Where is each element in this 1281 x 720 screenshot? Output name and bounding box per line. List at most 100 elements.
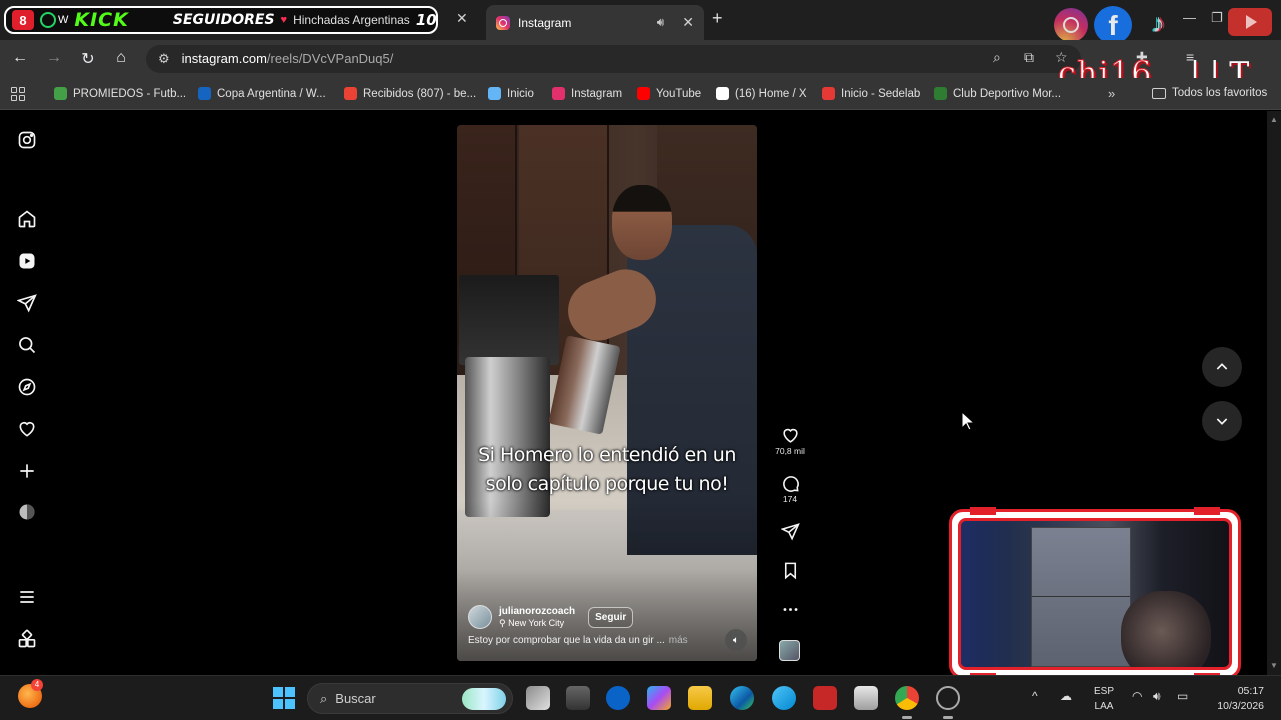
input-language[interactable]: ESP LAA [1094, 684, 1114, 714]
bookmark-gmail[interactable]: Recibidos (807) - be... [344, 87, 476, 100]
onedrive-cloud-icon[interactable]: ☁ [1060, 689, 1072, 703]
forward-arrow-icon[interactable]: → [44, 49, 64, 67]
site-info-icon[interactable]: ⚙ [158, 51, 170, 67]
system-clock[interactable]: 05:17 10/3/2026 [1208, 684, 1264, 714]
audio-thumbnail[interactable] [779, 640, 800, 661]
more-options-button[interactable] [775, 600, 805, 619]
bookmark-x[interactable]: (16) Home / X [716, 87, 807, 100]
windows-taskbar: 4 ⌕ Buscar ^ ☁ ESP LAA ◠ 🔊︎ ▭ 05:17 10/3… [0, 675, 1281, 720]
restore-icon[interactable]: ❐ [1211, 10, 1223, 26]
author-avatar[interactable] [468, 605, 492, 629]
terminal-icon[interactable] [566, 686, 590, 710]
mute-button[interactable]: 🔈︎ [725, 629, 747, 651]
webcam-background-door [1031, 527, 1131, 667]
chevron-up-icon [1216, 363, 1228, 370]
tab-instagram[interactable]: Instagram 🔊︎ ✕ [486, 5, 704, 40]
notifications-heart-icon[interactable] [17, 419, 37, 439]
home-icon[interactable]: ⌂ [111, 49, 131, 67]
ellipsis-icon [783, 608, 797, 611]
comment-count: 174 [782, 494, 798, 504]
facebook-logo-icon: f [1094, 6, 1132, 44]
previous-reel-button[interactable] [1202, 347, 1242, 387]
bookmark-sedelab[interactable]: Inicio - Sedelab [822, 87, 920, 100]
frame-accent [970, 507, 996, 515]
edge-icon[interactable] [730, 686, 754, 710]
install-app-icon[interactable]: ⧉ [1024, 49, 1034, 66]
instagram-logo-icon[interactable] [17, 130, 37, 150]
more-menu-icon[interactable] [17, 587, 37, 607]
comment-button[interactable]: 174 [775, 474, 805, 504]
bookmark-copa-argentina[interactable]: Copa Argentina / W... [198, 87, 326, 100]
speaker-icon: 🔈︎ [733, 634, 739, 646]
bookmark-inicio[interactable]: Inicio [488, 87, 534, 100]
create-plus-icon[interactable] [17, 461, 37, 481]
x-icon [716, 87, 729, 100]
battery-icon[interactable]: ▭ [1177, 689, 1188, 703]
speaker-icon[interactable]: 🔊︎ [657, 15, 665, 30]
windows-start-icon[interactable] [273, 687, 295, 709]
chrome-icon[interactable] [895, 686, 919, 710]
bookmark-favicon [822, 87, 835, 100]
share-button[interactable] [775, 522, 805, 541]
task-view-icon[interactable] [526, 686, 550, 710]
bookmark-youtube[interactable]: YouTube [637, 87, 701, 100]
apps-grid-icon[interactable] [11, 87, 25, 101]
messages-icon[interactable] [17, 293, 37, 313]
gmail-icon [344, 87, 357, 100]
location-pin-icon: ⚲ [499, 617, 509, 628]
tab-letter: W [58, 14, 69, 26]
address-bar[interactable]: ⚙ instagram.com/reels/DVcVPanDuq5/ [146, 45, 1081, 73]
reel-description[interactable]: Estoy por comprobar que la vida da un gi… [468, 635, 688, 646]
save-button[interactable] [775, 561, 805, 580]
bookmark-promiedos[interactable]: PROMIEDOS - Futb... [54, 87, 186, 100]
like-button[interactable]: 70,8 mil [775, 426, 805, 456]
explore-compass-icon[interactable] [17, 377, 37, 397]
store-icon[interactable] [854, 686, 878, 710]
chevron-up-icon[interactable]: ^ [1032, 689, 1038, 703]
scroll-up-icon[interactable]: ▲ [1270, 115, 1278, 124]
tab-strip: 8 W KICK SEGUIDORES ♥ Hinchadas Argentin… [0, 0, 1281, 44]
video-shade [457, 125, 757, 661]
hp-icon[interactable] [606, 686, 630, 710]
obs-icon[interactable] [936, 686, 960, 710]
new-tab-icon[interactable]: + [712, 8, 723, 29]
frame-accent [1194, 507, 1220, 515]
reel-video[interactable]: Si Homero lo entendió en un solo capítul… [457, 125, 757, 661]
app-icon[interactable] [772, 686, 796, 710]
mcafee-icon[interactable] [813, 686, 837, 710]
taskbar-search[interactable]: ⌕ Buscar [307, 683, 513, 714]
file-explorer-icon[interactable] [688, 686, 712, 710]
copilot-icon[interactable] [647, 686, 671, 710]
more-link[interactable]: más [669, 635, 688, 646]
close-tab-icon[interactable]: ✕ [456, 10, 468, 27]
author-location[interactable]: ⚲ New York City [499, 618, 575, 629]
follow-button[interactable]: Seguir [588, 606, 634, 628]
bookmarks-bar: PROMIEDOS - Futb... Copa Argentina / W..… [0, 78, 1281, 110]
author-name[interactable]: julianorozcoach [499, 606, 575, 617]
bookmark-favicon [54, 87, 67, 100]
instagram-favicon-icon [496, 15, 510, 30]
scroll-down-icon[interactable]: ▼ [1270, 661, 1278, 670]
search-icon[interactable] [17, 335, 37, 355]
next-reel-button[interactable] [1202, 401, 1242, 441]
all-bookmarks-folder[interactable]: Todos los favoritos [1152, 87, 1267, 99]
minimize-icon[interactable]: — [1183, 10, 1196, 25]
profile-avatar[interactable] [17, 502, 37, 522]
wifi-icon[interactable]: ◠ [1132, 689, 1142, 703]
back-arrow-icon[interactable]: ← [10, 49, 30, 67]
bookmark-club-deportivo[interactable]: Club Deportivo Mor... [934, 87, 1061, 100]
chevron-more-icon[interactable]: » [1108, 86, 1115, 101]
volume-icon[interactable]: 🔊︎ [1153, 689, 1161, 704]
reel-caption: Si Homero lo entendió en un solo capítul… [457, 441, 757, 499]
home-icon[interactable] [17, 209, 37, 229]
reels-icon[interactable] [17, 251, 37, 271]
page-scrollbar[interactable]: ▲ ▼ [1267, 111, 1281, 675]
reload-icon[interactable]: ↻ [78, 49, 98, 69]
tab-kick-stream[interactable]: 8 W KICK SEGUIDORES ♥ Hinchadas Argentin… [4, 6, 438, 34]
zoom-icon[interactable]: ⌕ [993, 49, 1001, 66]
close-tab-icon[interactable]: ✕ [682, 14, 694, 31]
like-count: 70,8 mil [775, 446, 805, 456]
bookmark-instagram[interactable]: Instagram [552, 87, 622, 100]
also-from-meta-icon[interactable] [17, 629, 37, 649]
instagram-logo-icon [1054, 8, 1088, 42]
